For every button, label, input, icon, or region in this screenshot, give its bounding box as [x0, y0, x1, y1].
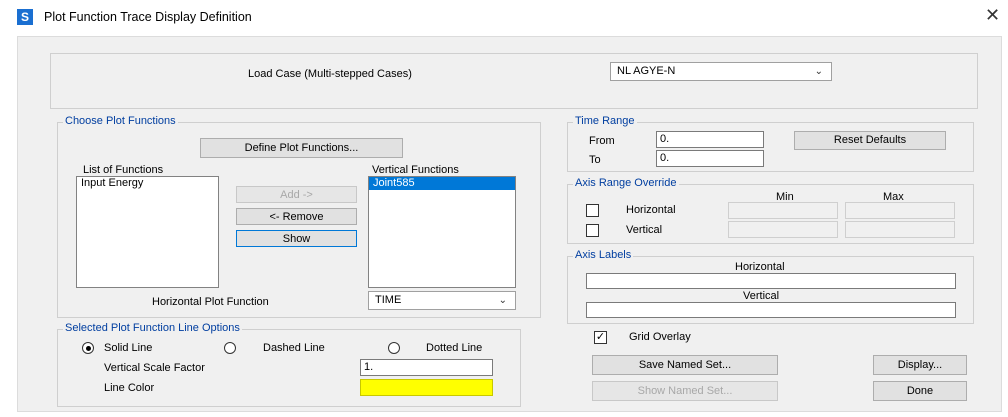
horizontal-override-label: Horizontal	[626, 204, 676, 216]
vertical-override-label: Vertical	[626, 224, 663, 236]
dashed-line-label: Dashed Line	[263, 342, 325, 354]
vertical-max-input[interactable]	[845, 221, 955, 238]
horizontal-plot-function-value: TIME	[375, 294, 402, 306]
save-named-set-button[interactable]: Save Named Set...	[592, 355, 778, 375]
dotted-line-radio[interactable]	[388, 342, 400, 354]
line-color-swatch[interactable]	[360, 379, 493, 396]
chevron-down-icon: ⌄	[498, 295, 507, 306]
time-range-title: Time Range	[573, 115, 637, 127]
grid-overlay-label: Grid Overlay	[629, 331, 691, 343]
remove-button[interactable]: <- Remove	[236, 208, 357, 225]
vertical-axis-label-caption: Vertical	[743, 290, 780, 302]
horizontal-plot-function-select[interactable]: TIME ⌄	[368, 291, 516, 310]
vertical-axis-label-input[interactable]	[586, 302, 956, 318]
title-bar: S Plot Function Trace Display Definition…	[0, 0, 1008, 36]
list-item[interactable]: Joint585	[369, 177, 515, 190]
horizontal-axis-label-caption: Horizontal	[735, 261, 785, 273]
from-label: From	[589, 135, 615, 147]
window-title: Plot Function Trace Display Definition	[44, 10, 252, 24]
done-button[interactable]: Done	[873, 381, 967, 401]
to-label: To	[589, 154, 601, 166]
axis-range-override-title: Axis Range Override	[573, 177, 679, 189]
to-input[interactable]: 0.	[656, 150, 764, 167]
list-item[interactable]: Input Energy	[77, 177, 218, 190]
define-plot-functions-button[interactable]: Define Plot Functions...	[200, 138, 403, 158]
display-button[interactable]: Display...	[873, 355, 967, 375]
horizontal-min-input[interactable]	[728, 202, 838, 219]
load-case-select[interactable]: NL AGYE-N ⌄	[610, 62, 832, 81]
show-button[interactable]: Show	[236, 230, 357, 247]
vertical-override-checkbox[interactable]	[586, 224, 599, 237]
vertical-min-input[interactable]	[728, 221, 838, 238]
horizontal-max-input[interactable]	[845, 202, 955, 219]
axis-labels-title: Axis Labels	[573, 249, 634, 261]
load-case-box	[50, 53, 978, 109]
choose-plot-functions-title: Choose Plot Functions	[63, 115, 178, 127]
load-case-value: NL AGYE-N	[617, 65, 676, 77]
scale-factor-label: Vertical Scale Factor	[104, 362, 205, 374]
app-icon: S	[17, 9, 33, 25]
vertical-functions-list[interactable]: Joint585	[368, 176, 516, 288]
from-input[interactable]: 0.	[656, 131, 764, 148]
line-color-label: Line Color	[104, 382, 155, 394]
grid-overlay-checkbox[interactable]: ✓	[594, 331, 607, 344]
show-named-set-button[interactable]: Show Named Set...	[592, 381, 778, 401]
dotted-line-label: Dotted Line	[426, 342, 483, 354]
horizontal-override-checkbox[interactable]	[586, 204, 599, 217]
list-of-functions[interactable]: Input Energy	[76, 176, 219, 288]
load-case-label: Load Case (Multi-stepped Cases)	[248, 68, 412, 80]
line-options-title: Selected Plot Function Line Options	[63, 322, 242, 334]
horizontal-axis-label-input[interactable]	[586, 273, 956, 289]
close-icon[interactable]: ✕	[985, 5, 1000, 25]
dashed-line-radio[interactable]	[224, 342, 236, 354]
solid-line-label: Solid Line	[104, 342, 153, 354]
list-of-functions-label: List of Functions	[83, 164, 164, 176]
scale-factor-input[interactable]: 1.	[360, 359, 493, 376]
horizontal-plot-function-label: Horizontal Plot Function	[152, 296, 269, 308]
vertical-functions-label: Vertical Functions	[372, 164, 459, 176]
add-button[interactable]: Add ->	[236, 186, 357, 203]
solid-line-radio[interactable]	[82, 342, 94, 354]
chevron-down-icon: ⌄	[814, 66, 823, 77]
reset-defaults-button[interactable]: Reset Defaults	[794, 131, 946, 150]
